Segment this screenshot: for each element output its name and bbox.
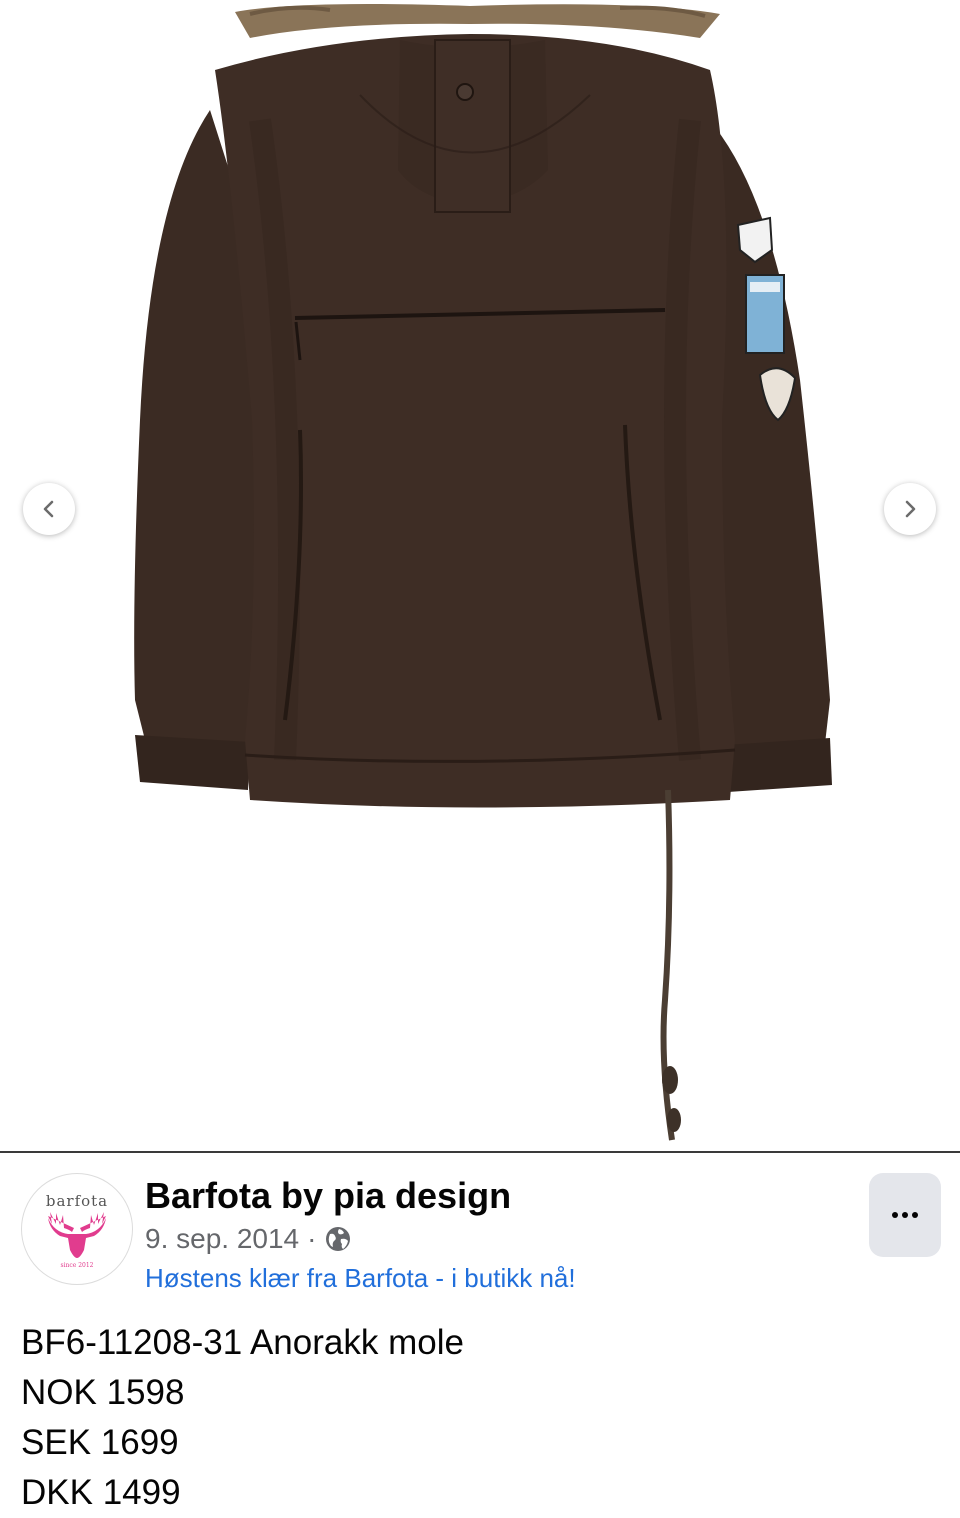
carousel-next-button[interactable] bbox=[884, 483, 936, 535]
price-sek-line: SEK 1699 bbox=[21, 1423, 179, 1462]
more-options-button[interactable] bbox=[869, 1173, 941, 1257]
carousel-previous-button[interactable] bbox=[23, 483, 75, 535]
album-link[interactable]: Høstens klær fra Barfota - i butikk nå! bbox=[145, 1263, 576, 1294]
page-name-link[interactable]: Barfota by pia design bbox=[145, 1175, 511, 1217]
post-text: BF6-11208-31 Anorakk mole NOK 1598 SEK 1… bbox=[21, 1318, 941, 1518]
page-avatar[interactable]: barfota since 2012 bbox=[21, 1173, 133, 1285]
product-image-anorak bbox=[134, 4, 832, 1141]
avatar-wordmark: barfota bbox=[45, 1192, 109, 1210]
post-header: barfota since 2012 Barfota by pia design… bbox=[0, 1153, 960, 1303]
price-dkk-line: DKK 1499 bbox=[21, 1473, 181, 1512]
meta-separator: · bbox=[307, 1223, 317, 1254]
post-meta: 9. sep. 2014 · bbox=[145, 1223, 352, 1255]
product-code-line: BF6-11208-31 Anorakk mole bbox=[21, 1323, 464, 1362]
moose-icon bbox=[48, 1212, 106, 1258]
price-nok-line: NOK 1598 bbox=[21, 1373, 185, 1412]
chevron-right-icon bbox=[905, 500, 916, 518]
avatar-tagline: since 2012 bbox=[60, 1262, 94, 1269]
post-date[interactable]: 9. sep. 2014 bbox=[145, 1223, 299, 1255]
globe-icon bbox=[326, 1227, 351, 1251]
post-photo[interactable] bbox=[0, 0, 960, 1151]
chevron-left-icon bbox=[43, 500, 54, 518]
more-horizontal-icon bbox=[892, 1212, 918, 1218]
